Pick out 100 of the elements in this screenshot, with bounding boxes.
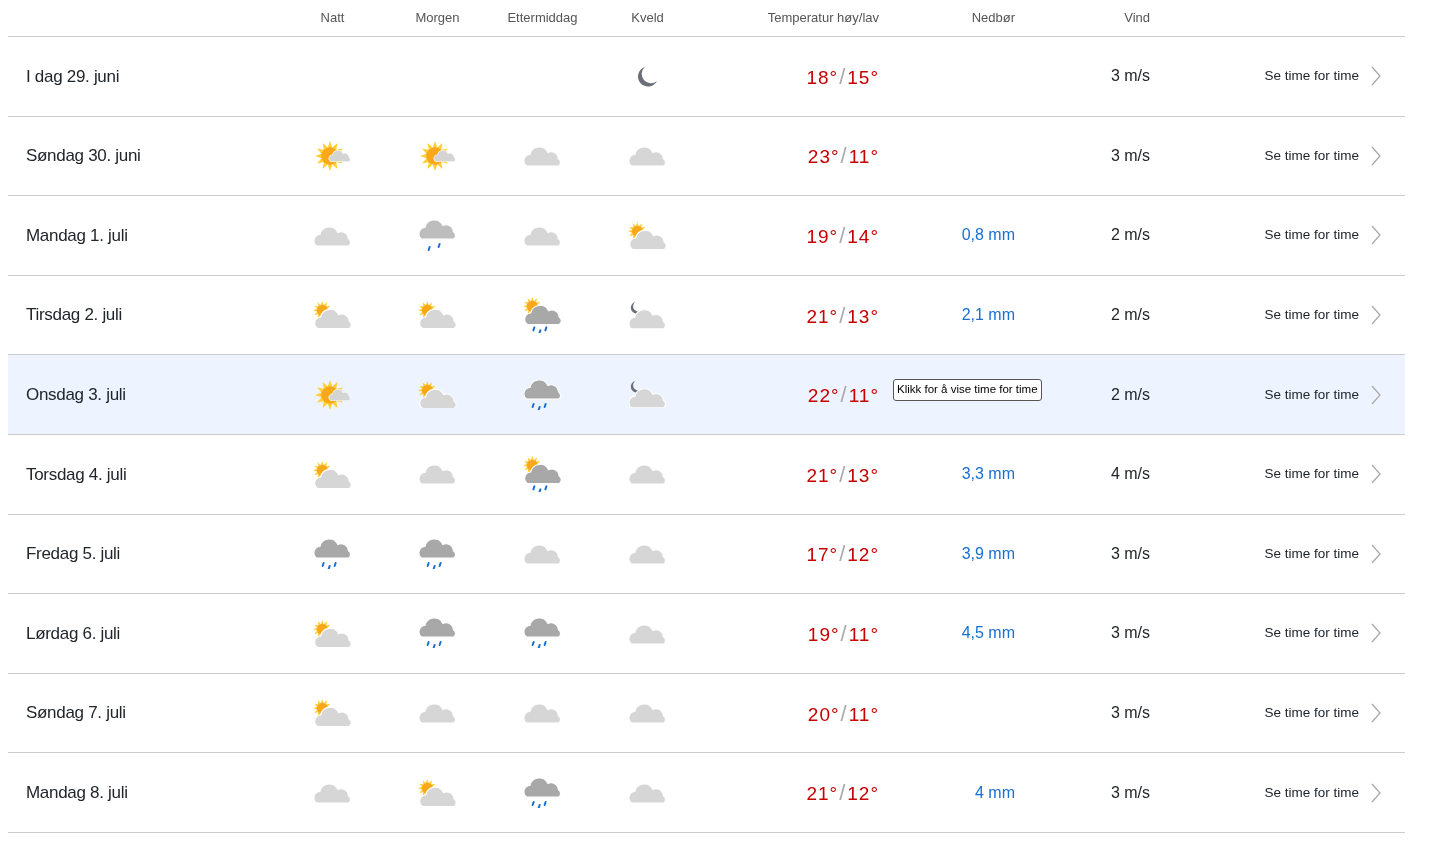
column-header: Kveld: [631, 10, 664, 26]
column-header: Vind: [1124, 10, 1150, 26]
wind-speed: 2 m/s: [1110, 385, 1150, 403]
sun-cloud-icon: [314, 140, 351, 171]
sun-cloud-icon: [418, 380, 457, 409]
day-label: I dag 29. juni: [26, 66, 120, 86]
sun-cloud-icon: [628, 221, 667, 250]
chevron-right-icon[interactable]: [1371, 225, 1381, 246]
sun-cloud-icon: [313, 699, 352, 727]
precipitation: 3,3 mm: [961, 465, 1015, 483]
day-label: Onsdag 3. juli: [26, 384, 126, 404]
cloud-icon: [629, 465, 666, 485]
column-header: Temperatur høy/lav: [767, 10, 879, 26]
sun-cloud-icon: [313, 619, 352, 648]
hourly-link[interactable]: Se time for time: [1264, 66, 1359, 87]
hourly-link[interactable]: Se time for time: [1264, 464, 1359, 485]
chevron-right-icon[interactable]: [1371, 384, 1381, 405]
moon-cloud-icon: [629, 301, 666, 329]
cloud-icon: [629, 783, 666, 803]
cloud-icon: [524, 704, 561, 724]
chevron-right-icon[interactable]: [1371, 782, 1381, 803]
day-label: Søndag 7. juli: [26, 703, 126, 723]
rain-cloud-icon: [419, 220, 456, 251]
day-label: Søndag 30. juni: [26, 146, 141, 166]
chevron-right-icon[interactable]: [1371, 305, 1381, 326]
column-header: Morgen: [415, 10, 460, 26]
day-label: Torsdag 4. juli: [26, 464, 127, 484]
sun-cloud-icon: [418, 778, 457, 807]
hourly-link[interactable]: Se time for time: [1264, 384, 1359, 405]
rain-cloud-icon: [524, 618, 561, 649]
precipitation: 3,9 mm: [961, 544, 1015, 562]
column-header: Nedbør: [971, 10, 1015, 26]
cloud-icon: [419, 465, 456, 485]
rain-cloud-icon: [524, 379, 561, 410]
wind-speed: 4 m/s: [1110, 465, 1150, 483]
sun-cloud-icon: [419, 140, 456, 171]
sun-cloud-icon: [313, 301, 352, 329]
sun-cloud-icon: [314, 379, 351, 410]
column-header: Ettermiddag: [507, 10, 578, 26]
column-header: Natt: [320, 10, 345, 26]
temperature-range: 21°/12°: [806, 783, 879, 805]
hourly-link[interactable]: Se time for time: [1264, 304, 1359, 326]
precipitation: 4 mm: [975, 783, 1015, 801]
rain-cloud-icon: [419, 538, 456, 569]
wind-speed: 3 m/s: [1110, 544, 1150, 562]
cloud-icon: [629, 147, 666, 167]
cloud-icon: [524, 545, 561, 565]
wind-speed: 3 m/s: [1110, 146, 1150, 164]
chevron-right-icon[interactable]: [1371, 543, 1381, 564]
cloud-icon: [314, 783, 351, 803]
day-label: Mandag 1. juli: [26, 225, 128, 245]
temperature-range: 19°/14°: [806, 226, 879, 247]
wind-speed: 3 m/s: [1110, 67, 1150, 85]
cloud-icon: [314, 226, 351, 246]
chevron-right-icon[interactable]: [1371, 66, 1381, 87]
chevron-right-icon[interactable]: [1371, 703, 1381, 724]
precipitation: 2,1 mm: [961, 306, 1015, 324]
cloud-icon: [524, 226, 561, 246]
chevron-right-icon[interactable]: [1371, 464, 1381, 485]
temperature-range: 17°/12°: [806, 544, 879, 566]
cloud-icon: [524, 147, 561, 167]
sun-cloud-icon: [313, 460, 352, 488]
hourly-link[interactable]: Se time for time: [1264, 145, 1359, 166]
sun-rain-cloud-icon: [523, 456, 562, 493]
hourly-link[interactable]: Se time for time: [1264, 623, 1359, 644]
hourly-link[interactable]: Se time for time: [1264, 543, 1359, 564]
moon-cloud-icon: [629, 381, 666, 409]
precipitation: 4,5 mm: [961, 624, 1015, 642]
day-label: Mandag 8. juli: [26, 782, 128, 802]
hourly-link[interactable]: Se time for time: [1264, 225, 1359, 246]
rain-cloud-icon: [314, 538, 351, 569]
hourly-link[interactable]: Se time for time: [1264, 782, 1359, 803]
hourly-link[interactable]: Se time for time: [1264, 702, 1359, 724]
temperature-range: 22°/11°: [807, 385, 879, 407]
rain-cloud-icon: [524, 777, 561, 808]
temperature-range: 18°/15°: [806, 66, 879, 88]
wind-speed: 3 m/s: [1110, 624, 1150, 642]
wind-speed: 3 m/s: [1110, 783, 1150, 801]
cloud-icon: [629, 704, 666, 724]
temperature-range: 20°/11°: [807, 703, 879, 725]
chevron-right-icon[interactable]: [1371, 623, 1381, 644]
precipitation: 0,8 mm: [961, 226, 1015, 244]
wind-speed: 2 m/s: [1110, 306, 1150, 324]
tooltip: Klikk for å vise time for time: [893, 379, 1042, 401]
moon-icon: [638, 67, 657, 87]
day-label: Fredag 5. juli: [26, 544, 121, 564]
cloud-icon: [419, 704, 456, 724]
temperature-range: 19°/11°: [807, 623, 879, 645]
chevron-right-icon[interactable]: [1371, 145, 1381, 166]
sun-rain-cloud-icon: [523, 296, 562, 334]
day-label: Tirsdag 2. juli: [26, 305, 122, 325]
temperature-range: 21°/13°: [806, 464, 879, 486]
day-label: Lørdag 6. juli: [26, 623, 121, 643]
wind-speed: 2 m/s: [1110, 226, 1150, 244]
cloud-icon: [629, 624, 666, 644]
temperature-range: 21°/13°: [806, 305, 879, 327]
rain-cloud-icon: [419, 618, 456, 649]
sun-cloud-icon: [418, 301, 457, 329]
cloud-icon: [629, 545, 666, 565]
wind-speed: 3 m/s: [1110, 704, 1150, 722]
